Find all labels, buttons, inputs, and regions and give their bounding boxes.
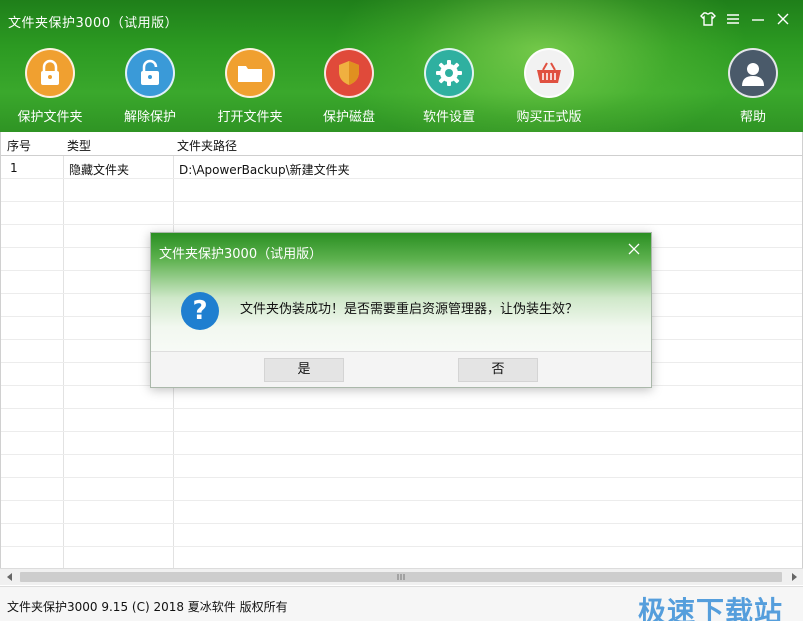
buy-label: 购买正式版 [516,110,582,125]
protect-disk-label: 保护磁盘 [322,110,375,125]
status-bar: 文件夹保护3000 9.15 (C) 2018 夏冰软件 版权所有 极速下载站 [0,586,803,621]
column-header-path[interactable]: 文件夹路径 [177,137,237,154]
table-row [1,455,802,478]
cell-path: D:\ApowerBackup\新建文件夹 [179,163,350,177]
no-button[interactable]: 否 [458,358,538,382]
copyright-text: 文件夹保护3000 9.15 (C) 2018 夏冰软件 版权所有 [7,600,288,614]
dialog-title: 文件夹保护3000（试用版） [159,247,323,262]
open-folder-button[interactable]: 打开文件夹 [205,48,295,128]
table-row [1,409,802,432]
table-row [1,478,802,501]
cell-index: 1 [10,161,18,175]
confirm-dialog: 文件夹保护3000（试用版） ? 文件夹伪装成功！是否需要重启资源管理器，让伪装… [150,232,652,388]
lock-icon [25,48,75,98]
unprotect-button[interactable]: 解除保护 [105,48,195,128]
table-row [1,179,802,202]
open-folder-label: 打开文件夹 [217,110,283,125]
table-row [1,524,802,547]
protect-folder-button[interactable]: 保护文件夹 [5,48,95,128]
table-row [1,547,802,568]
minimize-icon[interactable] [747,8,769,30]
scroll-right-icon[interactable] [789,572,799,582]
dialog-close-icon[interactable] [627,242,641,256]
settings-label: 软件设置 [422,110,475,125]
unprotect-label: 解除保护 [123,110,176,125]
basket-icon [524,48,574,98]
table-row [1,202,802,225]
buy-button[interactable]: 购买正式版 [504,48,594,128]
horizontal-scrollbar[interactable] [0,568,803,585]
column-header-index[interactable]: 序号 [7,137,31,154]
menu-icon[interactable] [722,8,744,30]
table-row [1,386,802,409]
shield-icon [324,48,374,98]
table-row [1,501,802,524]
help-button[interactable]: 帮助 [708,48,798,128]
table-row[interactable]: 1 隐藏文件夹 D:\ApowerBackup\新建文件夹 [1,156,802,179]
app-header: 文件夹保护3000（试用版） 保护文件夹 解除保护 打开文件夹 保护磁盘 软件设… [0,0,803,132]
yes-button[interactable]: 是 [264,358,344,382]
scrollbar-thumb[interactable] [20,572,782,582]
grip-icon [397,574,405,580]
cell-type: 隐藏文件夹 [69,163,130,177]
watermark: 极速下载站 [637,595,783,621]
help-label: 帮助 [739,110,766,125]
gear-icon [424,48,474,98]
dialog-message: 文件夹伪装成功！是否需要重启资源管理器，让伪装生效？ [240,302,579,317]
column-header-type[interactable]: 类型 [67,137,91,154]
close-icon[interactable] [772,8,794,30]
unlock-icon [125,48,175,98]
dialog-button-bar: 是 否 [151,351,651,387]
folder-icon [225,48,275,98]
user-icon [728,48,778,98]
skin-icon[interactable] [697,8,719,30]
scroll-left-icon[interactable] [5,572,15,582]
question-icon: ? [181,292,219,330]
table-row [1,432,802,455]
dialog-body: 文件夹保护3000（试用版） ? 文件夹伪装成功！是否需要重启资源管理器，让伪装… [151,233,651,351]
table-header: 序号 类型 文件夹路径 [1,132,802,156]
settings-button[interactable]: 软件设置 [404,48,494,128]
window-title: 文件夹保护3000（试用版） [8,16,179,31]
protect-disk-button[interactable]: 保护磁盘 [304,48,394,128]
protect-folder-label: 保护文件夹 [17,110,83,125]
